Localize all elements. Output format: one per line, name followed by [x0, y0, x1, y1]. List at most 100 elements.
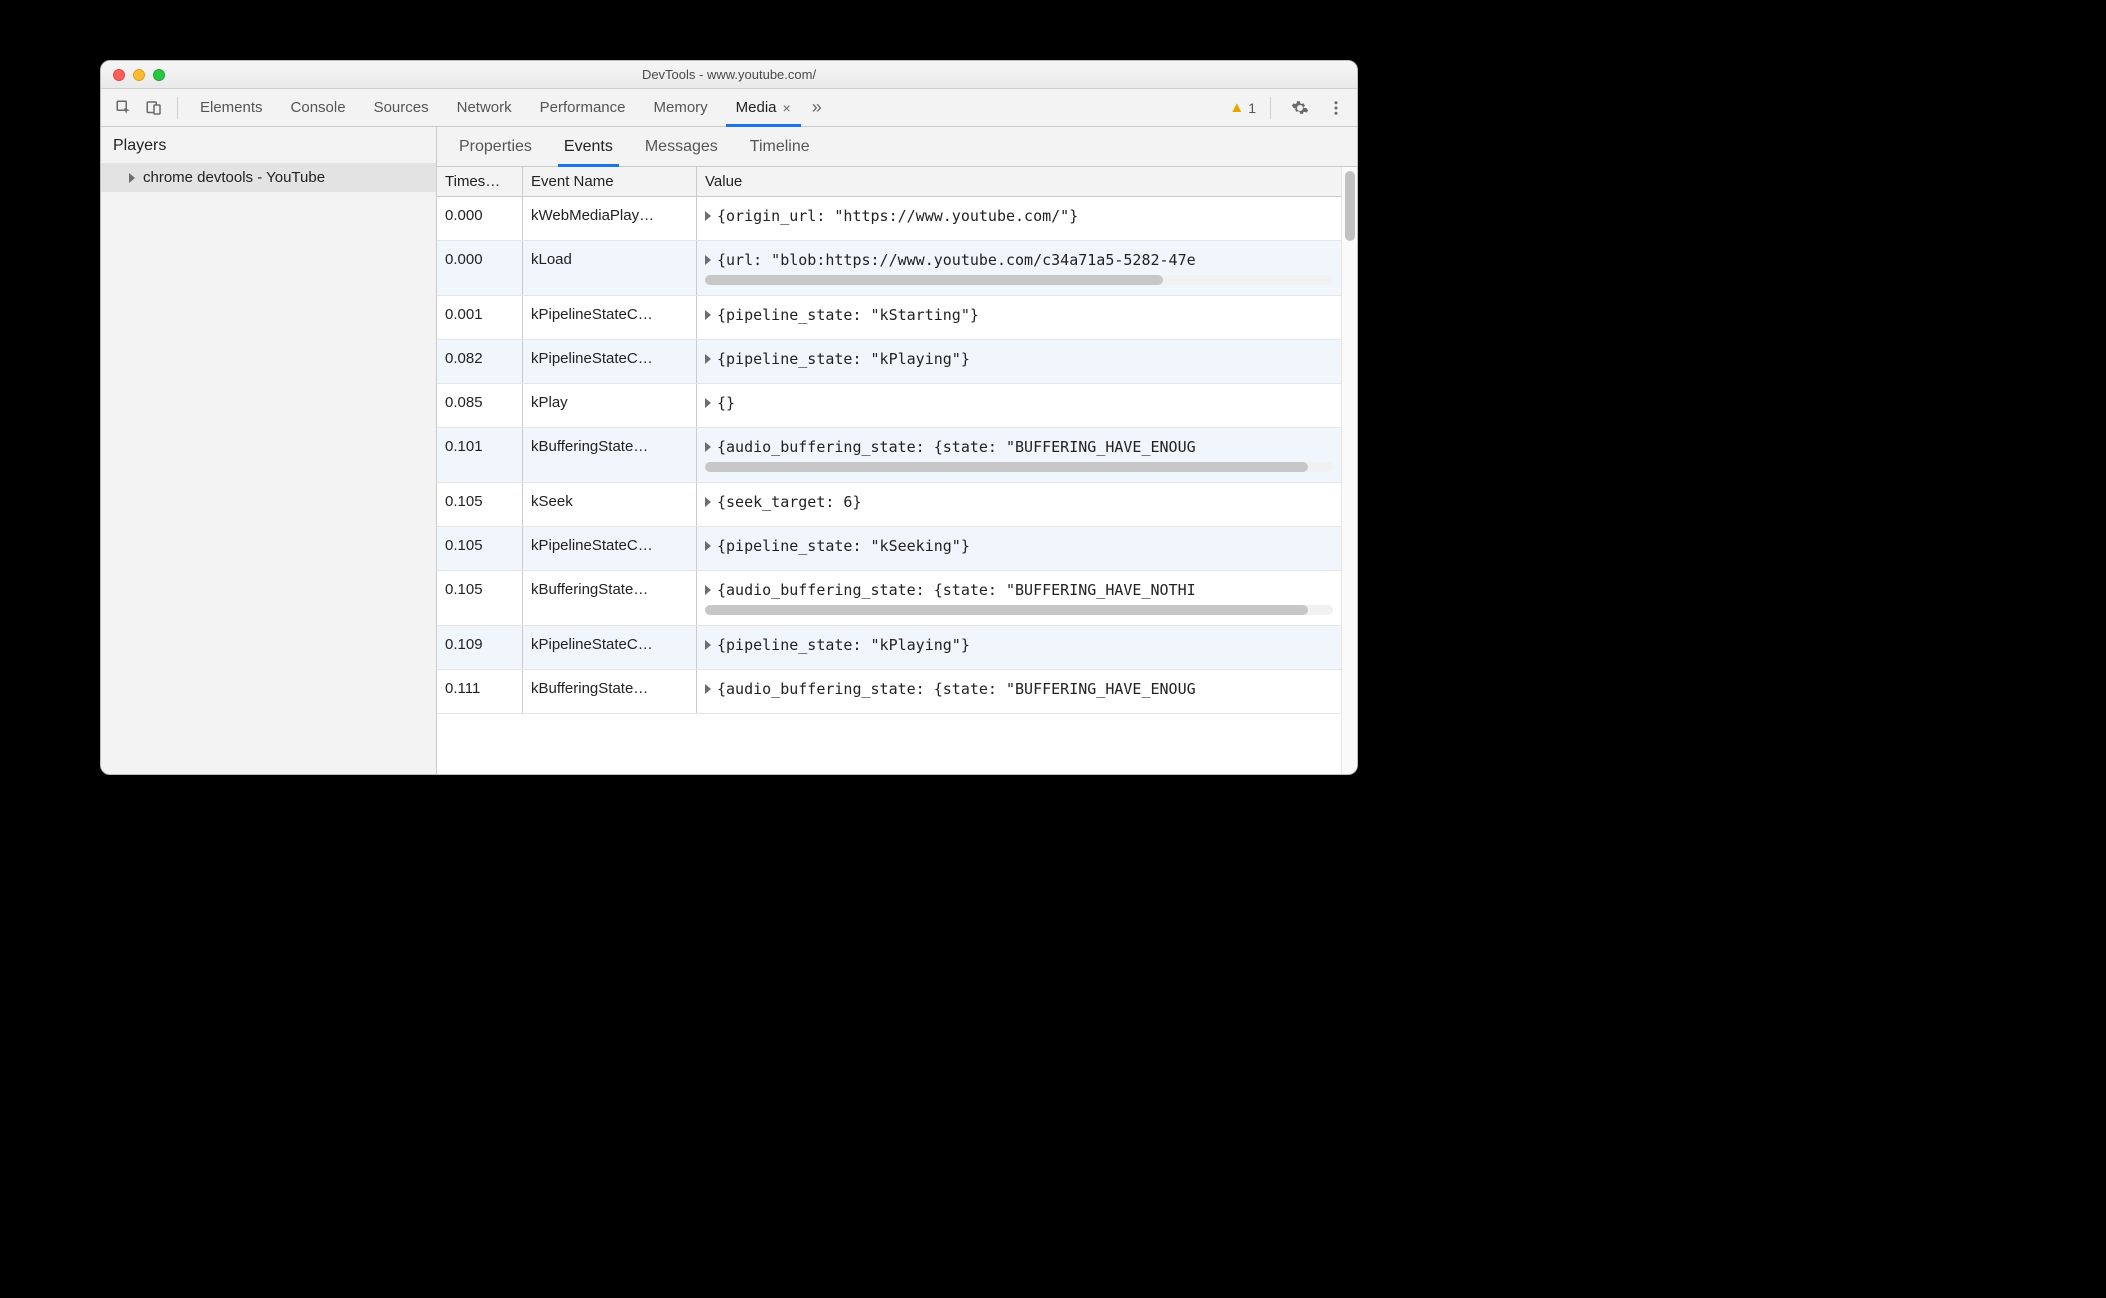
disclosure-triangle-icon[interactable] [705, 640, 711, 650]
inspect-element-icon[interactable] [111, 95, 137, 121]
scrollbar-thumb[interactable] [1345, 171, 1355, 241]
subtab-label: Timeline [750, 138, 810, 156]
zoom-window-icon[interactable] [153, 69, 165, 81]
table-row[interactable]: 0.105kPipelineStateC… {pipeline_state: "k… [437, 527, 1341, 571]
disclosure-triangle-icon[interactable] [705, 442, 711, 452]
minimize-window-icon[interactable] [133, 69, 145, 81]
value-text: {audio_buffering_state: {state: "BUFFERI… [717, 438, 1196, 456]
cell-event-name: kPipelineStateC… [523, 626, 697, 669]
cell-timestamp: 0.109 [437, 626, 523, 669]
disclosure-triangle-icon[interactable] [705, 255, 711, 265]
panel-tab-console[interactable]: Console [277, 89, 360, 126]
device-toolbar-icon[interactable] [141, 95, 167, 121]
cell-event-name: kPipelineStateC… [523, 527, 697, 570]
header-value[interactable]: Value [697, 167, 1341, 196]
scrollbar-thumb[interactable] [705, 462, 1308, 472]
cell-event-name: kWebMediaPlay… [523, 197, 697, 240]
value-text: {seek_target: 6} [717, 493, 862, 511]
warning-icon: ▲ [1229, 99, 1244, 116]
scrollbar-thumb[interactable] [705, 275, 1163, 285]
panel-tab-network[interactable]: Network [443, 89, 526, 126]
cell-timestamp: 0.105 [437, 527, 523, 570]
main-toolbar: Elements Console Sources Network Performance… [101, 89, 1357, 127]
horizontal-scrollbar[interactable] [705, 605, 1333, 615]
table-row[interactable]: 0.111kBufferingState…{audio_buffering_st… [437, 670, 1341, 714]
sidebar-title: Players [101, 127, 436, 163]
cell-timestamp: 0.001 [437, 296, 523, 339]
panel-tab-media[interactable]: Media× [722, 89, 805, 126]
more-options-icon[interactable] [1323, 95, 1349, 121]
table-row[interactable]: 0.101kBufferingState…{audio_buffering_st… [437, 428, 1341, 483]
disclosure-triangle-icon[interactable] [705, 497, 711, 507]
panel-tab-label: Console [291, 99, 346, 116]
subtab-label: Properties [459, 138, 532, 156]
cell-value: {pipeline_state: "kPlaying"} [697, 626, 1341, 669]
cell-event-name: kPlay [523, 384, 697, 427]
scrollbar-thumb[interactable] [705, 605, 1308, 615]
cell-value: {pipeline_state: "kSeeking"} [697, 527, 1341, 570]
value-text: {origin_url: "https://www.youtube.com/"} [717, 207, 1078, 225]
table-row[interactable]: 0.109kPipelineStateC…{pipeline_state: "k… [437, 626, 1341, 670]
horizontal-scrollbar[interactable] [705, 275, 1333, 285]
close-window-icon[interactable] [113, 69, 125, 81]
devtools-window: DevTools - www.youtube.com/ Elements Cons… [100, 60, 1358, 775]
cell-timestamp: 0.105 [437, 571, 523, 625]
panel-tab-elements[interactable]: Elements [186, 89, 277, 126]
events-table-body: 0.000kWebMediaPlay… {origin_url: "https:/… [437, 197, 1341, 774]
value-text: {pipeline_state: "kPlaying"} [717, 350, 970, 368]
value-text: {audio_buffering_state: {state: "BUFFERI… [717, 581, 1196, 599]
table-row[interactable]: 0.105kSeek{seek_target: 6} [437, 483, 1341, 527]
cell-timestamp: 0.085 [437, 384, 523, 427]
panel-tab-label: Network [457, 99, 512, 116]
cell-event-name: kPipelineStateC… [523, 296, 697, 339]
chevron-right-double: » [812, 97, 822, 118]
cell-value: {audio_buffering_state: {state: "BUFFERI… [697, 428, 1341, 482]
value-text: {audio_buffering_state: {state: "BUFFERI… [717, 680, 1196, 698]
subtab-events[interactable]: Events [548, 127, 629, 166]
close-tab-icon[interactable]: × [783, 100, 791, 116]
cell-value: {seek_target: 6} [697, 483, 1341, 526]
cell-timestamp: 0.101 [437, 428, 523, 482]
warnings-count: 1 [1248, 100, 1256, 116]
panel-tab-memory[interactable]: Memory [640, 89, 722, 126]
cell-value: {} [697, 384, 1341, 427]
cell-event-name: kLoad [523, 241, 697, 295]
disclosure-triangle-icon[interactable] [705, 398, 711, 408]
vertical-scrollbar[interactable] [1341, 167, 1357, 774]
titlebar: DevTools - www.youtube.com/ [101, 61, 1357, 89]
panel-tab-performance[interactable]: Performance [526, 89, 640, 126]
value-text: {url: "blob:https://www.youtube.com/c34a… [717, 251, 1196, 269]
subtab-timeline[interactable]: Timeline [734, 127, 826, 166]
disclosure-triangle-icon[interactable] [705, 585, 711, 595]
table-row[interactable]: 0.001kPipelineStateC…{pipeline_state: "k… [437, 296, 1341, 340]
subtab-messages[interactable]: Messages [629, 127, 734, 166]
disclosure-triangle-icon[interactable] [705, 541, 711, 551]
table-row[interactable]: 0.105kBufferingState… {audio_buffering_st… [437, 571, 1341, 626]
cell-event-name: kBufferingState… [523, 571, 697, 625]
table-row[interactable]: 0.082kPipelineStateC…{pipeline_state: "k… [437, 340, 1341, 384]
disclosure-triangle-icon[interactable] [705, 211, 711, 221]
panel-tab-sources[interactable]: Sources [360, 89, 443, 126]
disclosure-triangle-icon[interactable] [705, 684, 711, 694]
warnings-badge[interactable]: ▲ 1 [1229, 99, 1256, 116]
disclosure-triangle-icon[interactable] [705, 310, 711, 320]
table-row[interactable]: 0.000kWebMediaPlay…{origin_url: "https:/… [437, 197, 1341, 241]
table-row[interactable]: 0.000kLoad {url: "blob:https://www.youtub… [437, 241, 1341, 296]
disclosure-triangle-icon[interactable] [705, 354, 711, 364]
cell-event-name: kBufferingState… [523, 670, 697, 713]
more-panels-icon[interactable]: » [805, 97, 829, 118]
traffic-lights [101, 69, 165, 81]
player-item[interactable]: chrome devtools - YouTube [101, 163, 436, 192]
settings-icon[interactable] [1287, 95, 1313, 121]
cell-value: {origin_url: "https://www.youtube.com/"} [697, 197, 1341, 240]
cell-timestamp: 0.082 [437, 340, 523, 383]
table-row[interactable]: 0.085kPlay{} [437, 384, 1341, 428]
header-timestamp[interactable]: Times… [437, 167, 523, 196]
cell-timestamp: 0.000 [437, 241, 523, 295]
player-label: chrome devtools - YouTube [143, 169, 325, 186]
cell-value: {pipeline_state: "kStarting"} [697, 296, 1341, 339]
horizontal-scrollbar[interactable] [705, 462, 1333, 472]
subtab-properties[interactable]: Properties [443, 127, 548, 166]
header-event-name[interactable]: Event Name [523, 167, 697, 196]
value-text: {pipeline_state: "kSeeking"} [717, 537, 970, 555]
